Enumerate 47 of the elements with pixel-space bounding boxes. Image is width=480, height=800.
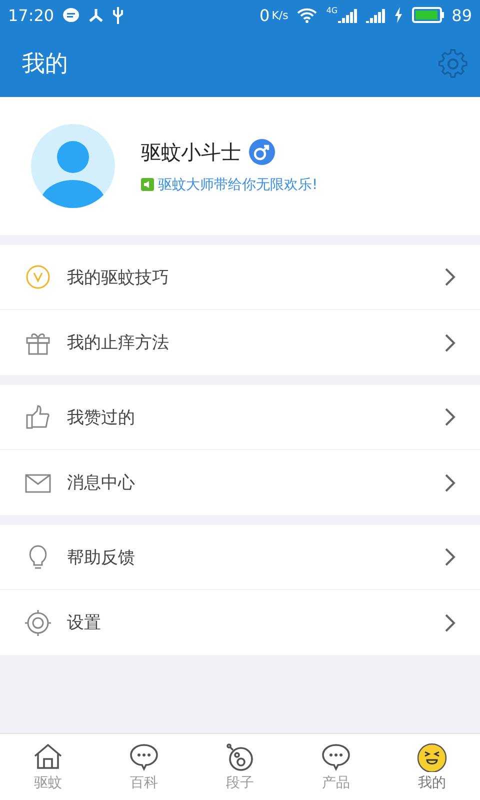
tips-icon [25, 264, 51, 290]
male-icon [249, 139, 275, 165]
user-name: 驱蚊小斗士 [141, 138, 241, 166]
settings-icon[interactable] [438, 48, 468, 78]
bubble-icon [224, 742, 256, 772]
thumbs-up-icon [25, 404, 51, 430]
menu-item[interactable]: 我赞过的 [0, 385, 480, 450]
chevron-right-icon [444, 407, 456, 427]
chevron-right-icon [444, 472, 456, 492]
user-motto: 驱蚊大师带给你无限欢乐! [158, 176, 318, 194]
chevron-right-icon [444, 547, 456, 567]
chevron-right-icon [444, 332, 456, 352]
signal-icon [366, 7, 386, 23]
menu-label: 我的驱蚊技巧 [67, 266, 170, 288]
speed-value: 0 [260, 6, 270, 24]
menu-label: 我赞过的 [67, 406, 136, 428]
chat-bubble-icon [320, 742, 352, 772]
charging-icon [394, 7, 404, 23]
nav-tab[interactable]: 我的 [384, 734, 480, 800]
battery-icon [412, 7, 444, 23]
usb-icon [112, 6, 124, 24]
network-label: 4G [326, 6, 338, 15]
menu-label: 设置 [67, 612, 102, 634]
status-time: 17:20 [8, 6, 54, 24]
speed-unit: K/s [272, 8, 288, 22]
menu-label: 消息中心 [67, 472, 136, 494]
message-icon [62, 7, 80, 23]
menu-item[interactable]: 设置 [0, 590, 480, 655]
share-icon [88, 7, 104, 23]
menu-label: 帮助反馈 [67, 546, 136, 568]
wifi-icon [296, 7, 318, 23]
menu-item[interactable]: 帮助反馈 [0, 525, 480, 590]
smiley-icon [416, 742, 448, 772]
page-title: 我的 [22, 50, 68, 79]
chevron-right-icon [444, 267, 456, 287]
chat-bubble-icon [128, 742, 160, 772]
settings-icon [25, 610, 51, 636]
menu-item[interactable]: 我的驱蚊技巧 [0, 245, 480, 310]
speaker-icon [141, 178, 154, 191]
avatar[interactable] [29, 124, 117, 208]
menu-item[interactable]: 消息中心 [0, 450, 480, 515]
chevron-right-icon [444, 612, 456, 632]
signal-icon [338, 7, 358, 23]
menu-item[interactable]: 我的止痒方法 [0, 310, 480, 375]
battery-percent: 89 [452, 6, 472, 24]
menu-label: 我的止痒方法 [67, 332, 170, 354]
home-icon [32, 742, 64, 772]
